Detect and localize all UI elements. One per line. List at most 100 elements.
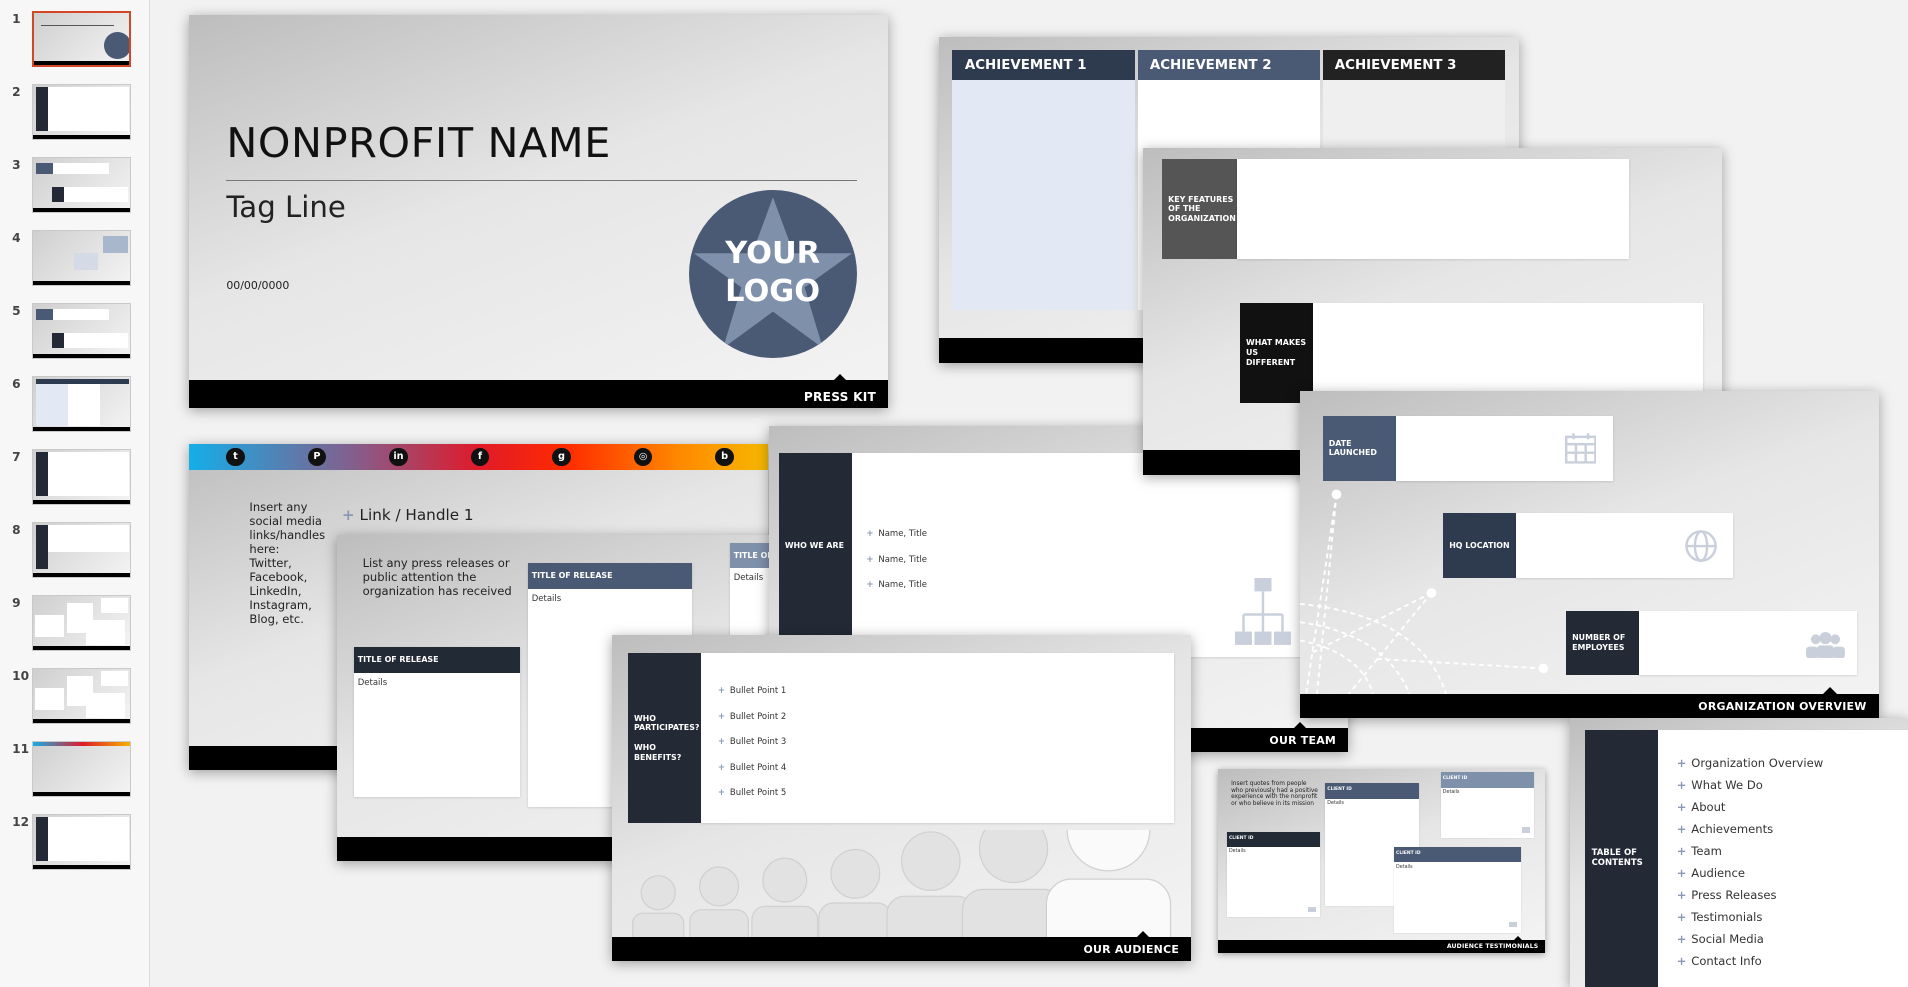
- slide-number: 11: [12, 742, 30, 757]
- slide-number: 9: [12, 596, 21, 611]
- list-item: + What We Do: [1677, 778, 1763, 792]
- google-plus-icon[interactable]: g: [552, 447, 571, 467]
- audience-silhouettes: [632, 829, 1172, 937]
- slide-audience[interactable]: WHO PARTICIPATES? WHO BENEFITS? + Bullet P…: [612, 635, 1192, 962]
- list-item: + Social Media: [1677, 932, 1764, 946]
- list-item: + Bullet Point 2: [718, 712, 786, 722]
- list-item: + Team: [1677, 844, 1722, 858]
- instagram-icon[interactable]: ◎: [633, 447, 653, 467]
- list-item-label: Team: [1691, 843, 1722, 858]
- who-we-are-panel: WHO WE ARE: [778, 452, 852, 639]
- list-item: + Bullet Point 5: [718, 788, 786, 798]
- slide-thumbnail-4[interactable]: [31, 229, 132, 286]
- comment-icon: [1308, 906, 1317, 912]
- press-intro: List any press releases or public attent…: [362, 556, 512, 599]
- slide-number: 8: [12, 523, 21, 538]
- release-title: TITLE OF RELEASE: [354, 647, 520, 673]
- slide-thumbnail-11[interactable]: [31, 741, 132, 797]
- list-item-label: Name, Title: [878, 580, 928, 591]
- list-item-label: Bullet Point 5: [729, 788, 787, 799]
- org-chart-icon: [1235, 577, 1292, 645]
- comment-icon: [1508, 921, 1518, 928]
- slide-organization-overview[interactable]: DATE LAUNCHED HQ LOCATION NUMBER OF EMPL…: [1299, 390, 1879, 718]
- date-launched-label: DATE LAUNCHED: [1322, 416, 1396, 481]
- facebook-icon[interactable]: f: [470, 447, 490, 467]
- slide-testimonials[interactable]: Insert quotes from people who previously…: [1218, 769, 1546, 954]
- plus-icon: +: [1676, 799, 1687, 814]
- release-title: TITLE OF RELEASE: [528, 563, 693, 589]
- slide-number: 2: [12, 85, 21, 100]
- list-item-label: Achievements: [1691, 821, 1774, 836]
- twitter-icon[interactable]: t: [226, 447, 245, 467]
- slide-thumbnail-12[interactable]: [31, 814, 132, 870]
- plus-icon: +: [1676, 931, 1687, 946]
- person-body: [818, 902, 893, 937]
- plus-icon: +: [866, 529, 874, 540]
- slide-footer: PRESS KIT: [188, 373, 889, 408]
- list-item-label: Social Media: [1691, 931, 1764, 946]
- blogger-icon[interactable]: b: [715, 447, 734, 467]
- slide-thumbnail-8[interactable]: [31, 522, 132, 578]
- slide-footer: AUDIENCE TESTIMONIALS: [1218, 936, 1546, 954]
- people-icon: [1805, 631, 1845, 659]
- client-details: Details: [1327, 801, 1344, 807]
- list-item: + Audience: [1677, 866, 1745, 880]
- testimonials-intro: Insert quotes from people who previously…: [1231, 780, 1318, 808]
- list-item-label: Bullet Point 3: [729, 737, 787, 748]
- slide-footer: ORGANIZATION OVERVIEW: [1299, 687, 1879, 718]
- person-head: [640, 874, 676, 911]
- person-body: [751, 905, 819, 937]
- comment-icon: [1521, 827, 1531, 833]
- list-item-label: Name, Title: [878, 554, 928, 565]
- list-item: + Name, Title: [866, 555, 927, 565]
- list-item: + Bullet Point 4: [718, 763, 786, 773]
- slide-thumbnail-1[interactable]: [31, 10, 132, 67]
- linkedin-icon[interactable]: in: [389, 447, 408, 467]
- slide-thumbnail-3[interactable]: [31, 156, 132, 213]
- logo-text-line-2: LOGO: [725, 273, 821, 309]
- slide-footer: OUR AUDIENCE: [612, 930, 1192, 962]
- slide-table-of-contents[interactable]: TABLE OF CONTENTS + Organization Overview…: [1569, 717, 1908, 987]
- list-item-label: What We Do: [1691, 777, 1763, 792]
- plus-icon: +: [717, 762, 726, 773]
- slide-title[interactable]: NONPROFIT NAME Tag Line 00/00/0000 YOUR …: [188, 14, 889, 408]
- plus-icon: +: [1676, 909, 1687, 924]
- title-divider: [226, 180, 857, 182]
- pinterest-icon[interactable]: P: [307, 447, 327, 467]
- slide-thumbnail-panel[interactable]: 1 2 3 4 5 6 7 8 9 10 11 12: [0, 0, 150, 987]
- client-id: CLIENT ID: [1394, 846, 1522, 862]
- list-item-label: Testimonials: [1691, 909, 1763, 924]
- person-head: [830, 848, 881, 899]
- slide-thumbnail-7[interactable]: [31, 448, 132, 505]
- logo-text-line-1: YOUR: [725, 236, 821, 272]
- person-body: [632, 912, 685, 937]
- plus-icon: +: [1676, 865, 1687, 880]
- link-handle-1[interactable]: + Link / Handle 1: [342, 506, 474, 524]
- list-item-label: Bullet Point 2: [729, 711, 787, 722]
- person-body: [1045, 878, 1172, 937]
- plus-icon: +: [717, 737, 726, 748]
- slide-thumbnail-5[interactable]: [31, 302, 132, 359]
- audience-panel-line-1: WHO PARTICIPATES?: [633, 713, 700, 733]
- list-item: + Name, Title: [866, 529, 927, 539]
- slide-number: 3: [12, 158, 21, 173]
- list-item-label: Name, Title: [878, 529, 928, 540]
- plus-icon: +: [717, 711, 726, 722]
- slide-thumbnail-10[interactable]: [31, 668, 132, 724]
- person-head: [978, 829, 1049, 884]
- person-head: [762, 857, 808, 903]
- plus-icon: +: [717, 788, 726, 799]
- slide-thumbnail-9[interactable]: [31, 595, 132, 651]
- client-details: Details: [1442, 790, 1460, 796]
- plus-icon: +: [1676, 843, 1687, 858]
- release-details: Details: [357, 677, 388, 688]
- list-item-label: Bullet Point 4: [729, 762, 787, 773]
- slide-thumbnail-2[interactable]: [31, 83, 132, 140]
- testimonials-frame: Insert quotes from people who previously…: [1218, 769, 1546, 954]
- tag-line: Tag Line: [226, 189, 346, 224]
- slide-thumbnail-6[interactable]: [31, 375, 132, 432]
- logo: YOUR LOGO: [688, 189, 857, 358]
- achievement-2-header: ACHIEVEMENT 2: [1137, 49, 1321, 81]
- client-id: CLIENT ID: [1325, 783, 1420, 799]
- slide-number: 4: [12, 231, 21, 246]
